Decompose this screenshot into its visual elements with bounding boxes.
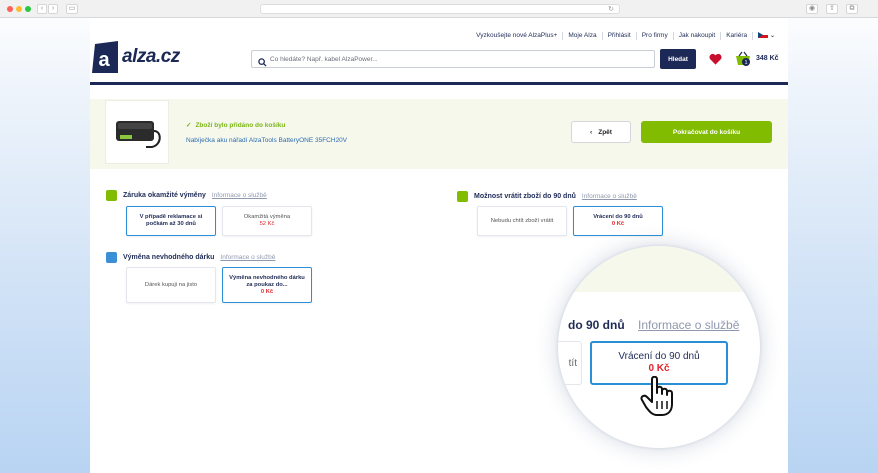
link-prihlasit[interactable]: Přihlásit (603, 32, 637, 40)
service-option[interactable]: Výměna nevhodného dárku za poukaz do... … (222, 267, 312, 303)
option-price: 0 Kč (611, 221, 625, 227)
magnifier-option-label: Vrácení do 90 dnů (618, 351, 700, 362)
service-info-link[interactable]: Informace o službě (220, 254, 275, 261)
service-title-return: Možnost vrátit zboží do 90 dnů Informace… (457, 191, 637, 202)
cart-count: 1 (744, 60, 747, 66)
share-icon[interactable]: ⇧ (826, 4, 838, 14)
search-input[interactable] (270, 52, 640, 66)
search-box[interactable] (251, 50, 655, 68)
service-title-text: Možnost vrátit zboží do 90 dnů (474, 193, 576, 200)
back-button[interactable]: ‹ (37, 4, 47, 14)
search-button[interactable]: Hledat (660, 49, 696, 69)
alza-logo-icon: a (92, 41, 118, 73)
header-divider (90, 82, 788, 85)
added-message: ✓ Zboží bylo přidáno do košíku (186, 121, 286, 130)
option-label: Vrácení do 90 dnů (593, 214, 643, 220)
option-label: Nebudu chtít zboží vrátit (490, 217, 554, 224)
service-title-text: Výměna nevhodného dárku (123, 254, 215, 261)
service-title-gift: Výměna nevhodného dárku Informace o služ… (106, 252, 275, 263)
return-box-icon (457, 191, 468, 202)
magnifier-info-link[interactable]: Informace o službě (638, 318, 739, 332)
svg-text:a: a (98, 49, 110, 71)
link-kariera[interactable]: Kariéra (721, 32, 754, 40)
service-info-link[interactable]: Informace o službě (582, 193, 637, 200)
continue-to-cart-button[interactable]: Pokračovat do košíku (641, 121, 772, 143)
added-message-text: Zboží bylo přidáno do košíku (195, 121, 286, 129)
service-option[interactable]: Okamžitá výměna 52 Kč (222, 206, 312, 236)
maximize-window-button[interactable] (25, 6, 31, 12)
exchange-icon (106, 190, 117, 201)
back-to-shop-button[interactable]: ‹ Zpět (571, 121, 631, 143)
sidebar-toggle-icon[interactable]: ▭ (66, 4, 78, 14)
link-moje-alza[interactable]: Moje Alza (563, 32, 603, 40)
cart-price[interactable]: 348 Kč (756, 55, 779, 62)
added-product-link[interactable]: Nabíječka aku nářadí AlzaTools BatteryON… (186, 137, 347, 144)
minimize-window-button[interactable] (16, 6, 22, 12)
pointer-hand-icon (640, 375, 678, 423)
chevron-left-icon: ‹ (590, 128, 593, 136)
magnifier-option-price: 0 Kč (648, 363, 670, 374)
browser-toolbar: ‹ › ▭ ↻ ◉ ⇧ ⧉ (0, 0, 878, 18)
link-alzaplus[interactable]: Vyzkoušejte nové AlzaPlus+ (471, 32, 564, 40)
option-price: 0 Kč (260, 288, 274, 295)
service-info-link[interactable]: Informace o službě (212, 192, 267, 199)
service-title-text: Záruka okamžité výměny (123, 192, 206, 199)
option-label: Okamžitá výměna (243, 214, 291, 220)
logo-text: alza.cz (122, 46, 180, 67)
search-icon (258, 54, 267, 72)
close-window-button[interactable] (7, 6, 13, 12)
service-option[interactable]: Vrácení do 90 dnů 0 Kč (573, 206, 663, 236)
magnifier-left-option[interactable]: tít (558, 341, 582, 385)
tabs-icon[interactable]: ⧉ (846, 4, 858, 14)
back-label: Zpět (598, 128, 612, 136)
service-title-warranty: Záruka okamžité výměny Informace o služb… (106, 190, 267, 201)
product-thumbnail (105, 100, 169, 164)
magnifier-left-text: tít (568, 357, 577, 369)
gift-icon (106, 252, 117, 263)
reload-icon[interactable]: ↻ (608, 5, 614, 14)
service-option[interactable]: V případě reklamace si počkám až 30 dnů (126, 206, 216, 236)
option-price: 52 Kč (259, 221, 275, 227)
address-bar[interactable]: ↻ (260, 4, 620, 14)
favorites-heart-icon[interactable] (709, 52, 722, 70)
service-option[interactable]: Nebudu chtít zboží vrátit (477, 206, 567, 236)
check-icon: ✓ (186, 122, 192, 129)
downloads-icon[interactable]: ◉ (806, 4, 818, 14)
service-option[interactable]: Dárek kupuji na jisto (126, 267, 216, 303)
alza-logo[interactable]: a alza.cz (92, 41, 180, 73)
language-selector[interactable]: ⌄ (753, 32, 780, 40)
magnifier-title: do 90 dnů (568, 318, 625, 332)
option-label: Výměna nevhodného dárku za poukaz do... (229, 274, 305, 288)
link-jak-nakoupit[interactable]: Jak nakoupit (674, 32, 722, 40)
cart-basket-icon[interactable]: 1 (734, 51, 754, 72)
link-pro-firmy[interactable]: Pro firmy (637, 32, 674, 40)
czech-flag-icon (758, 32, 769, 39)
option-label: Dárek kupuji na jisto (144, 281, 198, 288)
top-links: Vyzkoušejte nové AlzaPlus+ Moje Alza Při… (471, 32, 780, 40)
forward-button[interactable]: › (48, 4, 58, 14)
option-label: V případě reklamace si počkám až 30 dnů (139, 214, 203, 227)
magnifier-banner-fragment (558, 246, 760, 292)
